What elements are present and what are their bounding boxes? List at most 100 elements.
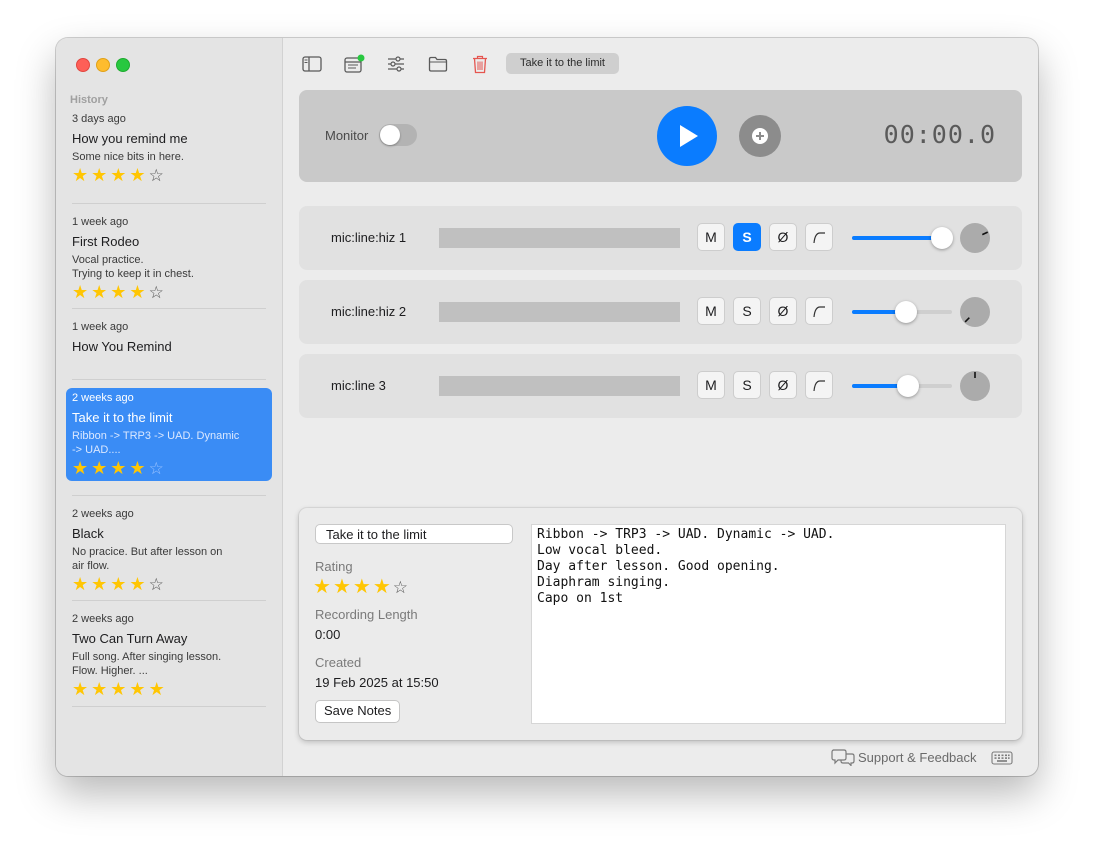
history-item-description: Vocal practice. Trying to keep it in che…	[72, 254, 194, 280]
rating-stars[interactable]: ★★★★☆	[313, 574, 410, 599]
volume-slider[interactable]	[852, 375, 952, 397]
star-filled-icon: ★	[72, 574, 92, 594]
history-item-description: Ribbon -> TRP3 -> UAD. Dynamic -> UAD...…	[72, 430, 240, 456]
history-section-label: History	[70, 94, 108, 106]
created-label: Created	[315, 655, 362, 670]
zoom-window-button[interactable]	[116, 58, 130, 72]
history-item-rating: ★★★★★	[72, 679, 266, 699]
filter-button[interactable]	[805, 371, 833, 399]
history-item-title: Two Can Turn Away	[72, 631, 188, 646]
track-row: mic:line:hiz 1 MSØ	[299, 206, 1022, 270]
star-filled-icon: ★	[72, 282, 92, 302]
high-pass-filter-icon	[813, 232, 825, 244]
star-filled-icon: ★	[129, 679, 149, 699]
star-filled-icon: ★	[129, 282, 149, 302]
save-notes-button[interactable]: Save Notes	[315, 700, 401, 723]
volume-slider-thumb[interactable]	[931, 227, 953, 249]
star-filled-icon: ★	[110, 282, 130, 302]
star-filled-icon: ★	[352, 576, 373, 598]
history-item-rating: ★★★★☆	[72, 282, 266, 303]
history-item-date: 2 weeks ago	[72, 508, 134, 520]
transport-bar: Monitor 00:00.0	[299, 90, 1022, 182]
track-row: mic:line 3 MSØ	[299, 354, 1022, 418]
close-window-button[interactable]	[76, 58, 90, 72]
history-item-date: 2 weeks ago	[72, 392, 134, 404]
history-item[interactable]: 3 days ago How you remind me Some nice bit…	[66, 109, 272, 201]
mute-button[interactable]: M	[697, 297, 725, 325]
star-filled-icon: ★	[110, 574, 130, 594]
sidebar: History 3 days ago How you remind me Some …	[56, 38, 283, 776]
history-separator	[72, 308, 266, 309]
star-empty-icon: ☆	[148, 575, 167, 594]
support-feedback-link[interactable]: Support & Feedback	[831, 748, 977, 766]
solo-button[interactable]: S	[733, 297, 761, 325]
history-item-description: No pracice. But after lesson on air flow…	[72, 546, 223, 572]
mute-button[interactable]: M	[697, 371, 725, 399]
star-filled-icon: ★	[110, 458, 130, 478]
phase-invert-button[interactable]: Ø	[769, 297, 797, 325]
track-name: mic:line:hiz 1	[331, 230, 407, 245]
solo-button[interactable]: S	[733, 371, 761, 399]
star-filled-icon: ★	[72, 165, 92, 185]
star-empty-icon: ☆	[148, 283, 167, 302]
history-item[interactable]: 2 weeks ago Take it to the limit Ribbon ->…	[66, 388, 272, 481]
history-item[interactable]: 2 weeks ago Black No pracice. But after le…	[66, 504, 272, 598]
star-filled-icon: ★	[72, 679, 92, 699]
filter-button[interactable]	[805, 223, 833, 251]
pan-knob-indicator	[964, 317, 970, 323]
level-meter	[439, 376, 680, 396]
history-item-title: Take it to the limit	[72, 410, 173, 425]
history-item-description: Some nice bits in here.	[72, 151, 184, 163]
sidebar-toggle-icon[interactable]	[301, 54, 323, 74]
history-item[interactable]: 1 week ago First Rodeo Vocal practice. Try…	[66, 212, 272, 306]
pan-knob-indicator	[974, 372, 976, 378]
timer-display: 00:00.0	[883, 120, 996, 149]
play-icon	[680, 125, 698, 147]
details-panel: Rating ★★★★☆ Recording Length 0:00 Creat…	[299, 508, 1022, 740]
track-row: mic:line:hiz 2 MSØ	[299, 280, 1022, 344]
toggle-knob	[380, 125, 400, 145]
add-track-button[interactable]	[739, 115, 781, 157]
recording-name-field[interactable]	[315, 524, 513, 544]
folder-icon[interactable]	[427, 54, 449, 74]
star-filled-icon: ★	[91, 282, 111, 302]
pan-knob[interactable]	[960, 223, 990, 253]
history-item[interactable]: 1 week ago How You Remind	[66, 317, 272, 377]
history-item-title: First Rodeo	[72, 234, 140, 249]
volume-slider[interactable]	[852, 227, 953, 249]
rating-label: Rating	[315, 559, 353, 574]
sliders-icon[interactable]	[385, 54, 407, 74]
volume-slider-thumb[interactable]	[895, 301, 917, 323]
history-item[interactable]: 2 weeks ago Two Can Turn Away Full song. A…	[66, 609, 272, 704]
phase-invert-button[interactable]: Ø	[769, 371, 797, 399]
history-item-rating: ★★★★☆	[72, 165, 266, 186]
star-filled-icon: ★	[91, 679, 111, 699]
history-separator	[72, 600, 266, 601]
history-separator	[72, 706, 266, 707]
keyboard-icon[interactable]	[991, 751, 1013, 770]
minimize-window-button[interactable]	[96, 58, 110, 72]
pan-knob-indicator	[981, 231, 989, 236]
filter-button[interactable]	[805, 297, 833, 325]
monitor-label: Monitor	[325, 128, 369, 143]
notes-icon[interactable]	[343, 54, 365, 74]
play-button[interactable]	[657, 106, 717, 166]
track-name: mic:line:hiz 2	[331, 304, 407, 319]
track-name: mic:line 3	[331, 378, 386, 393]
pan-knob[interactable]	[960, 297, 990, 327]
plus-circle-icon	[752, 128, 768, 144]
chat-bubbles-icon	[831, 749, 855, 766]
phase-invert-button[interactable]: Ø	[769, 223, 797, 251]
volume-slider-fill	[852, 236, 942, 240]
pan-knob[interactable]	[960, 371, 990, 401]
trash-icon[interactable]	[469, 54, 491, 74]
solo-button[interactable]: S	[733, 223, 761, 251]
mute-button[interactable]: M	[697, 223, 725, 251]
notes-textarea[interactable]: Ribbon -> TRP3 -> UAD. Dynamic -> UAD. L…	[531, 524, 1006, 724]
monitor-toggle[interactable]	[379, 124, 417, 146]
volume-slider[interactable]	[852, 301, 952, 323]
volume-slider-thumb[interactable]	[897, 375, 919, 397]
star-filled-icon: ★	[110, 165, 130, 185]
star-filled-icon: ★	[129, 165, 149, 185]
history-list: 3 days ago How you remind me Some nice bit…	[66, 109, 272, 715]
